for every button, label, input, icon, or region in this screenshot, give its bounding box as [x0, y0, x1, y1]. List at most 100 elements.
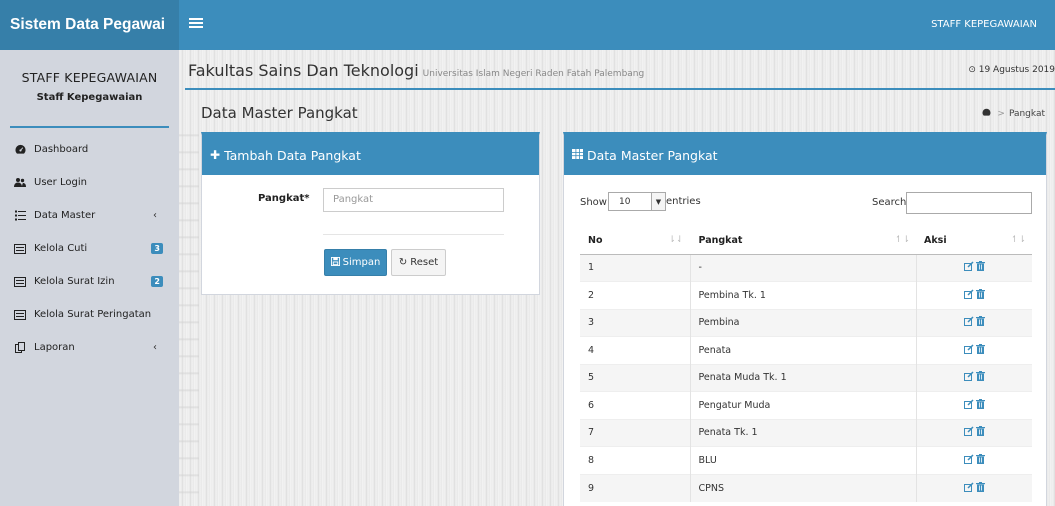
sidebar-item-data-master[interactable]: Data Master ‹ — [0, 199, 179, 232]
sidebar-item-kelola-surat-peringatan[interactable]: Kelola Surat Peringatan — [0, 298, 179, 331]
table-body: 1-2 Pembina Tk. 1 3 Pembina 4 Penata 5 Penata M… — [580, 253, 1032, 502]
entries-label: entries — [666, 196, 701, 207]
top-navbar: Sistem Data Pegawai STAFF KEPEGAWAIAN — [0, 0, 1055, 50]
save-icon — [330, 256, 340, 269]
pangkat-label: Pangkat* — [258, 193, 310, 204]
copy-icon — [14, 342, 26, 354]
dashboard-icon — [14, 144, 26, 156]
cell-pangkat: Pengatur Muda — [689, 391, 916, 419]
header-date: ⊙ 19 Agustus 2019 — [968, 65, 1055, 75]
breadcrumb: > Pangkat — [982, 108, 1045, 119]
delete-icon[interactable] — [975, 426, 985, 439]
list-icon — [14, 210, 26, 222]
cell-no: 4 — [580, 336, 690, 364]
sidebar-user-panel: STAFF KEPEGAWAIAN Staff Kepegawaian — [10, 50, 169, 128]
background-decoration — [179, 120, 199, 506]
show-label: Show — [580, 197, 607, 208]
faculty-name: Fakultas Sains Dan Teknologi — [188, 61, 419, 80]
cell-pangkat: Pembina Tk. 1 — [689, 281, 916, 309]
edit-icon[interactable] — [963, 261, 974, 274]
delete-icon[interactable] — [975, 481, 985, 495]
sidebar-item-user-login[interactable]: User Login — [0, 166, 179, 199]
sidebar-user-name: STAFF KEPEGAWAIAN — [21, 70, 158, 85]
university-name: Universitas Islam Negeri Raden Fatah Pal… — [422, 69, 645, 79]
delete-icon[interactable] — [975, 453, 985, 467]
delete-icon[interactable] — [975, 288, 985, 302]
edit-icon[interactable] — [963, 316, 974, 329]
cell-aksi — [915, 473, 1032, 502]
edit-icon[interactable] — [963, 371, 974, 384]
search-input[interactable] — [906, 192, 1032, 214]
cell-aksi — [915, 363, 1032, 392]
edit-icon[interactable] — [963, 481, 974, 495]
table-row: 9 CPNS — [580, 473, 1032, 502]
sort-icon: ↿⇂ — [894, 235, 910, 245]
edit-icon[interactable] — [963, 344, 974, 357]
edit-icon[interactable] — [963, 399, 974, 412]
app-brand[interactable]: Sistem Data Pegawai — [0, 0, 179, 50]
sidebar-item-label: Kelola Surat Peringatan — [34, 309, 152, 320]
cell-no: 6 — [580, 391, 690, 419]
sidebar-item-laporan[interactable]: Laporan ‹ — [0, 331, 179, 364]
sidebar-item-kelola-surat-izin[interactable]: Kelola Surat Izin 2 — [0, 265, 179, 298]
page-title: Data Master Pangkat — [201, 104, 358, 122]
sidebar-user-role: Staff Kepegawaian — [36, 92, 143, 103]
pangkat-table: No ⇂⇃ Pangkat ↿⇂ Aksi ↿⇂ 1-2 Pembina Tk. 13P… — [580, 227, 1032, 502]
column-header-no[interactable]: No ⇂⇃ — [580, 227, 690, 255]
sidebar-item-dashboard[interactable]: Dashboard — [0, 133, 179, 166]
delete-icon[interactable] — [975, 343, 985, 357]
users-icon — [14, 177, 26, 189]
delete-icon[interactable] — [975, 371, 985, 384]
delete-icon[interactable] — [975, 261, 985, 274]
column-header-aksi[interactable]: Aksi ↿⇂ — [916, 227, 1032, 255]
cell-pangkat: - — [689, 253, 916, 282]
save-button[interactable]: Simpan — [324, 249, 387, 276]
add-pangkat-panel: ✚ Tambah Data Pangkat Pangkat* Pangkat S… — [201, 132, 540, 295]
table-icon — [572, 148, 583, 162]
list-alt-icon — [14, 309, 26, 321]
cell-no: 2 — [580, 281, 690, 309]
plus-icon: ✚ — [210, 148, 221, 162]
delete-icon[interactable] — [975, 316, 985, 329]
sidebar-item-label: Kelola Cuti — [34, 243, 88, 254]
sidebar-item-kelola-cuti[interactable]: Kelola Cuti 3 — [0, 232, 179, 265]
edit-icon[interactable] — [963, 454, 974, 467]
cell-no: 3 — [580, 308, 690, 337]
cell-aksi — [915, 391, 1032, 419]
panel-title: Tambah Data Pangkat — [224, 147, 361, 163]
search-label: Search: — [872, 197, 910, 208]
cell-aksi — [915, 281, 1032, 309]
edit-icon[interactable] — [963, 426, 974, 439]
table-row: 6 Pengatur Muda — [580, 391, 1032, 419]
menu-toggle-icon[interactable] — [189, 16, 203, 30]
datatable-controls: Show 10 ▼ entries Search: — [580, 192, 1032, 216]
cell-no: 9 — [580, 473, 690, 502]
list-alt-icon — [14, 243, 26, 255]
cell-aksi — [915, 336, 1032, 364]
cell-no: 7 — [580, 418, 690, 447]
cell-pangkat: Penata Tk. 1 — [689, 418, 916, 447]
nav-user-menu[interactable]: STAFF KEPEGAWAIAN — [931, 0, 1037, 50]
panel-title: Data Master Pangkat — [587, 147, 718, 163]
navbar: STAFF KEPEGAWAIAN — [179, 0, 1055, 50]
chevron-left-icon: ‹ — [153, 342, 157, 353]
edit-icon[interactable] — [963, 289, 974, 302]
home-icon[interactable] — [982, 108, 994, 119]
column-header-pangkat[interactable]: Pangkat ↿⇂ — [690, 227, 916, 255]
panel-header: ✚ Tambah Data Pangkat — [202, 135, 539, 175]
page-size-select[interactable]: 10 ▼ — [608, 192, 666, 211]
cell-pangkat: Pembina — [689, 308, 916, 337]
reset-button[interactable]: ↻ Reset — [391, 249, 446, 276]
breadcrumb-current: Pangkat — [1008, 109, 1045, 119]
sidebar-menu: Dashboard User Login Data Master ‹ Kelol… — [0, 133, 179, 364]
table-row: 3 Pembina — [580, 308, 1032, 337]
table-row: 7 Penata Tk. 1 — [580, 418, 1032, 447]
count-badge: 3 — [151, 243, 163, 254]
delete-icon[interactable] — [975, 398, 985, 412]
table-row: 5 Penata Muda Tk. 1 — [580, 363, 1032, 392]
table-row: 2 Pembina Tk. 1 — [580, 281, 1032, 309]
cell-pangkat: Penata — [689, 336, 916, 364]
content-area: Fakultas Sains Dan Teknologi Universitas … — [179, 50, 1055, 506]
cell-aksi — [915, 308, 1032, 337]
pangkat-input[interactable]: Pangkat — [323, 188, 504, 212]
